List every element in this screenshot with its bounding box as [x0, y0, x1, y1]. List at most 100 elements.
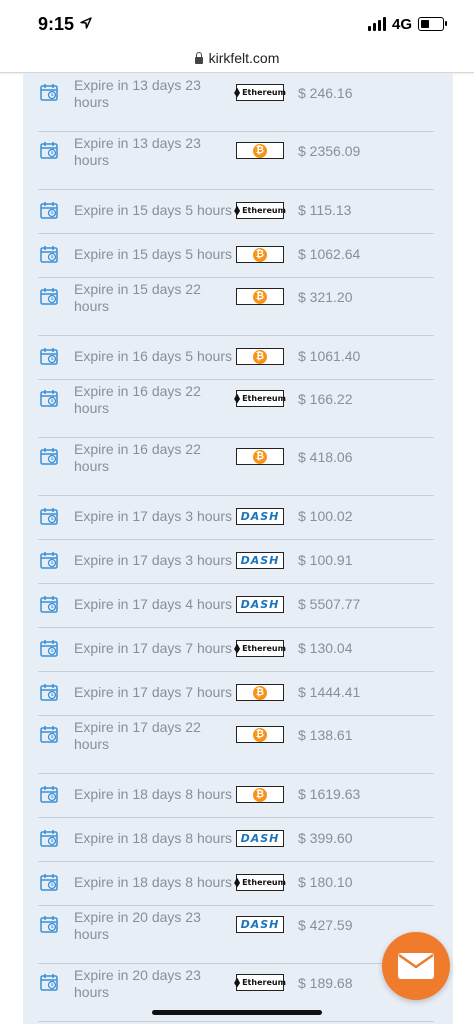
bitcoin-logo: ₿	[236, 288, 284, 305]
order-row[interactable]: Expire in 18 days 8 hours ₿ $ 1619.63	[38, 773, 434, 818]
contact-button[interactable]	[382, 932, 450, 1000]
order-row[interactable]: Expire in 17 days 7 hours ₿ $ 1444.41	[38, 671, 434, 716]
bitcoin-icon: ₿	[253, 247, 267, 262]
order-row[interactable]: Expire in 18 days 8 hours DASH $ 399.60	[38, 817, 434, 862]
price-value: $ 418.06	[298, 449, 353, 465]
price-value: $ 130.04	[298, 640, 353, 656]
order-row[interactable]: Expire in 17 days 22 hours ₿ $ 138.61	[38, 715, 434, 774]
ethereum-wordmark: Ethereum	[234, 205, 286, 216]
browser-url-bar[interactable]: kirkfelt.com	[0, 44, 474, 73]
location-arrow-icon	[80, 17, 92, 29]
price-value: $ 115.13	[298, 202, 352, 218]
expire-label: Expire in 17 days 22 hours	[74, 719, 201, 752]
calendar-clock-icon	[40, 508, 58, 530]
order-row[interactable]: Expire in 18 days 8 hours Ethereum $ 180.1…	[38, 861, 434, 906]
price-value: $ 100.91	[298, 552, 353, 568]
expire-label: Expire in 17 days 3 hours	[74, 552, 232, 568]
calendar-clock-icon	[40, 874, 58, 896]
calendar-clock-icon	[40, 142, 58, 164]
dash-label: DASH	[240, 554, 280, 567]
calendar-clock-icon	[40, 202, 58, 224]
expire-label: Expire in 17 days 4 hours	[74, 596, 232, 612]
status-bar: 9:15 4G	[0, 0, 474, 44]
ethereum-icon	[234, 205, 241, 216]
order-row[interactable]: Expire in 15 days 5 hours Ethereum $ 115.1…	[38, 189, 434, 234]
expire-label: Expire in 18 days 8 hours	[74, 786, 232, 802]
calendar-clock-icon	[40, 596, 58, 618]
calendar-clock-icon	[40, 916, 58, 938]
price-value: $ 1444.41	[298, 684, 361, 700]
expire-label: Expire in 20 days 23 hours	[74, 967, 201, 1000]
bitcoin-icon: ₿	[253, 787, 267, 802]
ethereum-wordmark: Ethereum	[234, 393, 286, 404]
ethereum-icon	[234, 643, 241, 654]
dash-logo: DASH	[236, 830, 284, 847]
bitcoin-icon: ₿	[253, 449, 267, 464]
lock-icon	[194, 51, 203, 64]
order-row[interactable]: Expire in 16 days 5 hours ₿ $ 1061.40	[38, 335, 434, 380]
order-row[interactable]: Expire in 17 days 7 hours Ethereum $ 130.0…	[38, 627, 434, 672]
bitcoin-logo: ₿	[236, 448, 284, 465]
ethereum-label: Ethereum	[242, 978, 286, 987]
dash-logo: DASH	[236, 596, 284, 613]
bitcoin-icon: ₿	[253, 685, 267, 700]
calendar-clock-icon	[40, 448, 58, 470]
bitcoin-logo: ₿	[236, 684, 284, 701]
expire-label: Expire in 15 days 5 hours	[74, 202, 232, 218]
calendar-clock-icon	[40, 552, 58, 574]
expire-label: Expire in 15 days 22 hours	[74, 281, 201, 314]
dash-label: DASH	[240, 510, 280, 523]
ethereum-label: Ethereum	[242, 394, 286, 403]
price-value: $ 166.22	[298, 391, 353, 407]
ethereum-logo: Ethereum	[234, 874, 286, 891]
price-value: $ 2356.09	[298, 143, 361, 159]
price-value: $ 1061.40	[298, 348, 361, 364]
order-row[interactable]: Expire in 16 days 22 hours Ethereum $ 166.…	[38, 379, 434, 438]
calendar-clock-icon	[40, 390, 58, 412]
dash-logo: DASH	[236, 916, 284, 933]
order-row[interactable]: Expire in 17 days 3 hours DASH $ 100.02	[38, 495, 434, 540]
ethereum-icon	[234, 393, 241, 404]
home-indicator	[152, 1010, 322, 1015]
order-row[interactable]: Expire in 17 days 4 hours DASH $ 5507.77	[38, 583, 434, 628]
expire-label: Expire in 13 days 23 hours	[74, 77, 201, 110]
bitcoin-logo: ₿	[236, 142, 284, 159]
url-text: kirkfelt.com	[208, 50, 280, 66]
ethereum-logo: Ethereum	[234, 390, 286, 407]
calendar-clock-icon	[40, 786, 58, 808]
calendar-clock-icon	[40, 84, 58, 106]
expire-label: Expire in 17 days 3 hours	[74, 508, 232, 524]
expire-label: Expire in 13 days 23 hours	[74, 135, 201, 168]
ethereum-label: Ethereum	[242, 88, 286, 97]
price-value: $ 427.59	[298, 917, 353, 933]
expire-label: Expire in 18 days 8 hours	[74, 874, 232, 890]
dash-logo: DASH	[236, 508, 284, 525]
order-row[interactable]: Expire in 13 days 23 hours Ethereum $ 246.…	[38, 73, 434, 132]
ethereum-icon	[234, 977, 241, 988]
ethereum-logo: Ethereum	[234, 640, 286, 657]
price-value: $ 246.16	[298, 85, 353, 101]
bitcoin-logo: ₿	[236, 246, 284, 263]
expire-label: Expire in 16 days 5 hours	[74, 348, 232, 364]
price-value: $ 189.68	[298, 975, 353, 991]
network-type: 4G	[391, 15, 412, 33]
order-row[interactable]: Expire in 15 days 22 hours ₿ $ 321.20	[38, 277, 434, 336]
order-row[interactable]: Expire in 15 days 5 hours ₿ $ 1062.64	[38, 233, 434, 278]
battery-icon	[418, 17, 447, 31]
order-row[interactable]: Expire in 17 days 3 hours DASH $ 100.91	[38, 539, 434, 584]
price-value: $ 1619.63	[298, 786, 361, 802]
ethereum-icon	[234, 877, 241, 888]
ethereum-wordmark: Ethereum	[234, 643, 286, 654]
order-row[interactable]: Expire in 16 days 22 hours ₿ $ 418.06	[38, 437, 434, 496]
order-row[interactable]: Expire in 13 days 23 hours ₿ $ 2356.09	[38, 131, 434, 190]
expire-label: Expire in 17 days 7 hours	[74, 684, 232, 700]
price-value: $ 138.61	[298, 727, 353, 743]
bitcoin-icon: ₿	[253, 289, 267, 304]
ethereum-label: Ethereum	[242, 206, 286, 215]
status-time: 9:15	[38, 14, 75, 34]
calendar-clock-icon	[40, 684, 58, 706]
order-row[interactable]: Expire in 20 days 23 hours DASH $ 427.59	[38, 905, 434, 964]
dash-label: DASH	[240, 918, 280, 931]
cellular-signal-icon	[367, 17, 386, 31]
calendar-clock-icon	[40, 288, 58, 310]
